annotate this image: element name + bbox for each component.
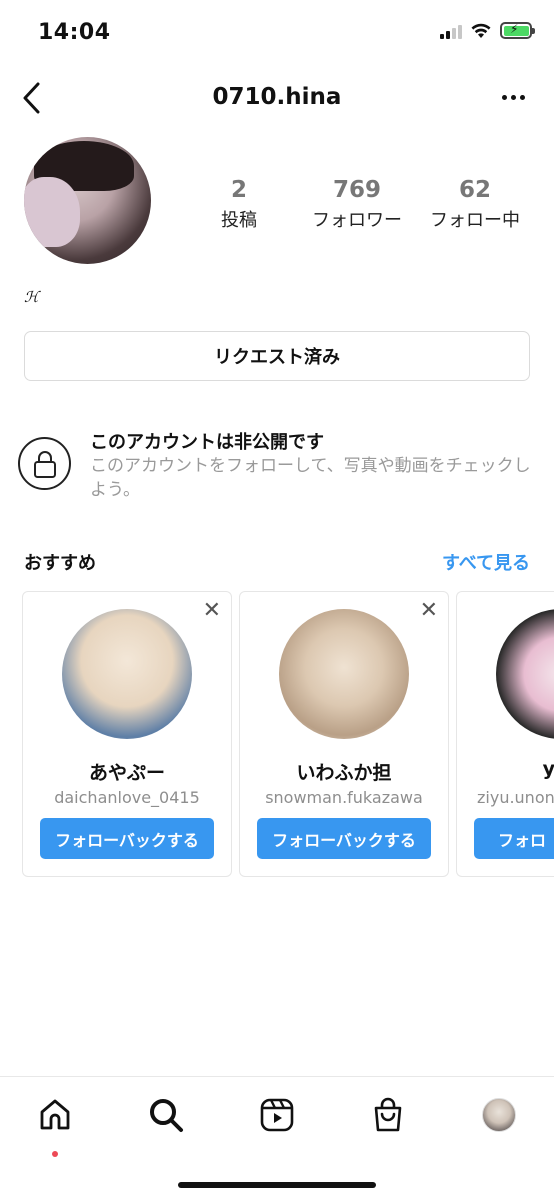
suggestion-card[interactable]: y ziyu.unon フォロ	[456, 591, 554, 877]
bottom-navigation	[0, 1076, 554, 1200]
home-indicator	[178, 1182, 376, 1188]
suggestion-name: あやぷー	[88, 762, 165, 784]
nav-reels[interactable]	[255, 1093, 299, 1137]
page-title: 0710.hina	[212, 84, 342, 110]
nav-home[interactable]	[33, 1093, 77, 1157]
stat-posts-label: 投稿	[221, 210, 257, 231]
suggestion-avatar[interactable]	[279, 609, 409, 739]
stat-followers-label: フォロワー	[312, 210, 402, 231]
requested-button[interactable]: リクエスト済み	[24, 331, 530, 381]
more-horizontal-icon	[501, 94, 507, 100]
stat-following-count: 62	[458, 177, 491, 203]
stat-posts[interactable]: 2 投稿	[180, 176, 298, 232]
stat-posts-count: 2	[230, 177, 247, 203]
stat-following-label: フォロー中	[430, 210, 520, 231]
status-icons: ⚡	[440, 22, 535, 39]
suggestions-title: おすすめ	[24, 553, 96, 574]
more-options-button[interactable]	[498, 82, 528, 112]
nav-shop[interactable]	[366, 1093, 410, 1137]
suggestion-card[interactable]: ✕ あやぷー daichanlove_0415 フォローバックする	[22, 591, 232, 877]
follow-back-button[interactable]: フォローバックする	[40, 818, 214, 859]
profile-avatar-icon	[482, 1098, 516, 1132]
follow-back-button[interactable]: フォロ	[474, 818, 554, 859]
stat-followers[interactable]: 769 フォロワー	[298, 176, 416, 232]
see-all-link[interactable]: すべて見る	[442, 549, 530, 575]
nav-profile[interactable]	[477, 1093, 521, 1137]
profile-bio: ℋ	[24, 288, 39, 306]
status-time: 14:04	[38, 20, 111, 45]
profile-header: 0710.hina	[0, 70, 554, 126]
search-icon	[150, 1099, 183, 1132]
nav-search[interactable]	[144, 1093, 188, 1137]
signal-icon	[440, 23, 462, 39]
home-icon	[40, 1099, 70, 1130]
stat-following[interactable]: 62 フォロー中	[416, 176, 534, 232]
suggestion-avatar[interactable]	[62, 609, 192, 739]
wifi-icon	[471, 23, 491, 38]
suggestion-handle: daichanlove_0415	[54, 788, 200, 807]
close-icon[interactable]: ✕	[420, 600, 438, 622]
status-bar: 14:04 ⚡	[0, 0, 554, 64]
private-account-title: このアカウントは非公開です	[90, 432, 324, 453]
suggestion-name: いわふか担	[296, 762, 392, 784]
profile-stats: 2 投稿 769 フォロワー 62 フォロー中	[180, 176, 540, 232]
reels-icon	[260, 1098, 294, 1132]
lock-icon	[18, 437, 71, 490]
suggestion-card[interactable]: ✕ いわふか担 snowman.fukazawa フォローバックする	[239, 591, 449, 877]
suggestion-handle: ziyu.unon	[477, 788, 554, 807]
follow-back-button[interactable]: フォローバックする	[257, 818, 431, 859]
private-account-description: このアカウントをフォローして、写真や動画をチェックしよう。	[90, 456, 531, 500]
suggestion-name: y	[542, 758, 554, 780]
close-icon[interactable]: ✕	[203, 600, 221, 622]
battery-charging-icon: ⚡	[500, 22, 535, 39]
stat-followers-count: 769	[332, 177, 381, 203]
suggestion-handle: snowman.fukazawa	[265, 788, 423, 807]
notification-dot	[52, 1151, 58, 1157]
shop-icon	[374, 1097, 402, 1132]
suggestion-avatar[interactable]	[496, 609, 554, 739]
profile-avatar[interactable]	[24, 137, 151, 264]
